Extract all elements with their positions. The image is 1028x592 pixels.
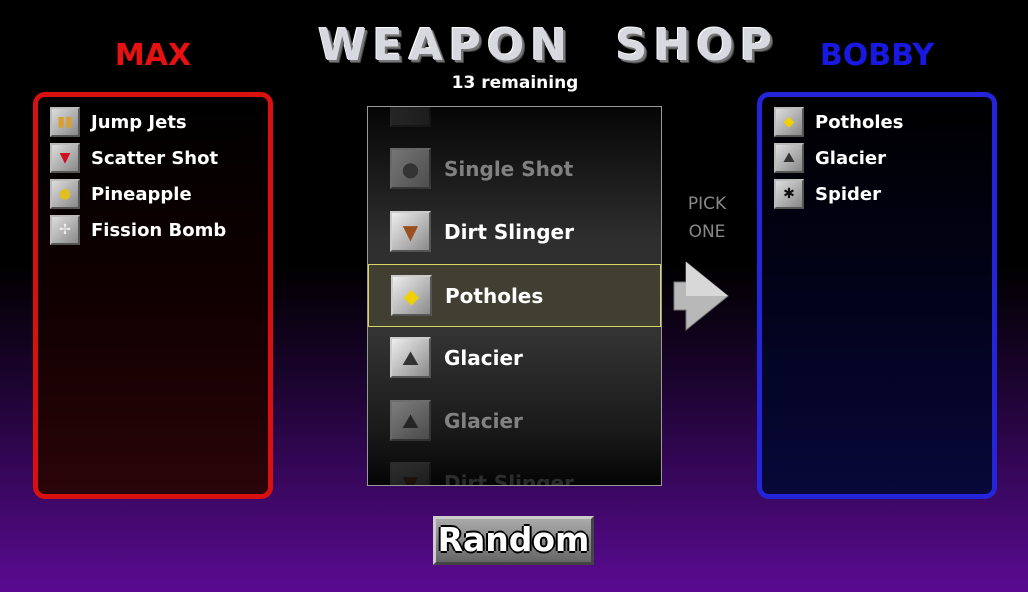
weapon-row[interactable]: ▼ Dirt Slinger: [368, 451, 661, 485]
inventory-item: ▼ Scatter Shot: [50, 143, 218, 173]
weapon-row-partial[interactable]: [368, 107, 661, 138]
bobby-inventory-panel: ◆ Potholes ⛰ Glacier ✱ Spider: [757, 92, 997, 499]
weapon-row[interactable]: ● Single Shot: [368, 137, 661, 200]
inventory-item: ▮▮ Jump Jets: [50, 107, 187, 137]
inventory-item: ⛰ Glacier: [774, 143, 886, 173]
glacier-icon: ⛰: [774, 143, 804, 173]
dirt-slinger-icon: ▼: [390, 211, 431, 252]
player-name-bobby: BOBBY: [819, 38, 935, 73]
weapon-list[interactable]: ● Single Shot ▼ Dirt Slinger ◆ Potholes ⛰ Gl…: [367, 106, 662, 486]
inventory-item: ✱ Spider: [774, 179, 881, 209]
max-inventory-panel: ▮▮ Jump Jets ▼ Scatter Shot ● Pineapple ✢ Fi…: [33, 92, 273, 499]
pick-arrow-icon[interactable]: [672, 262, 730, 332]
weapon-row[interactable]: ⛰ Glacier: [368, 326, 661, 389]
dirt-slinger-icon: ▼: [390, 462, 431, 485]
bump-sign-icon: ◆: [774, 107, 804, 137]
weapon-row-selected[interactable]: ◆ Potholes: [368, 264, 661, 327]
scatter-shot-icon: ▼: [50, 143, 80, 173]
inventory-item: ◆ Potholes: [774, 107, 903, 137]
inventory-item: ✢ Fission Bomb: [50, 215, 226, 245]
pick-one-label: PICK ONE: [687, 194, 727, 242]
fission-bomb-icon: ✢: [50, 215, 80, 245]
glacier-icon: ⛰: [390, 400, 431, 441]
game-title: WEAPON SHOP: [318, 20, 778, 71]
inventory-item: ● Pineapple: [50, 179, 192, 209]
glacier-icon: ⛰: [390, 337, 431, 378]
random-button[interactable]: Random: [433, 516, 594, 565]
remaining-count: 13 remaining: [451, 73, 579, 93]
weapon-icon: [390, 107, 431, 127]
single-shot-icon: ●: [390, 148, 431, 189]
player-name-max: MAX: [114, 38, 192, 73]
weapon-row[interactable]: ⛰ Glacier: [368, 389, 661, 452]
weapon-row[interactable]: ▼ Dirt Slinger: [368, 200, 661, 263]
jump-jets-icon: ▮▮: [50, 107, 80, 137]
spider-icon: ✱: [774, 179, 804, 209]
pineapple-icon: ●: [50, 179, 80, 209]
bump-sign-icon: ◆: [391, 275, 432, 316]
